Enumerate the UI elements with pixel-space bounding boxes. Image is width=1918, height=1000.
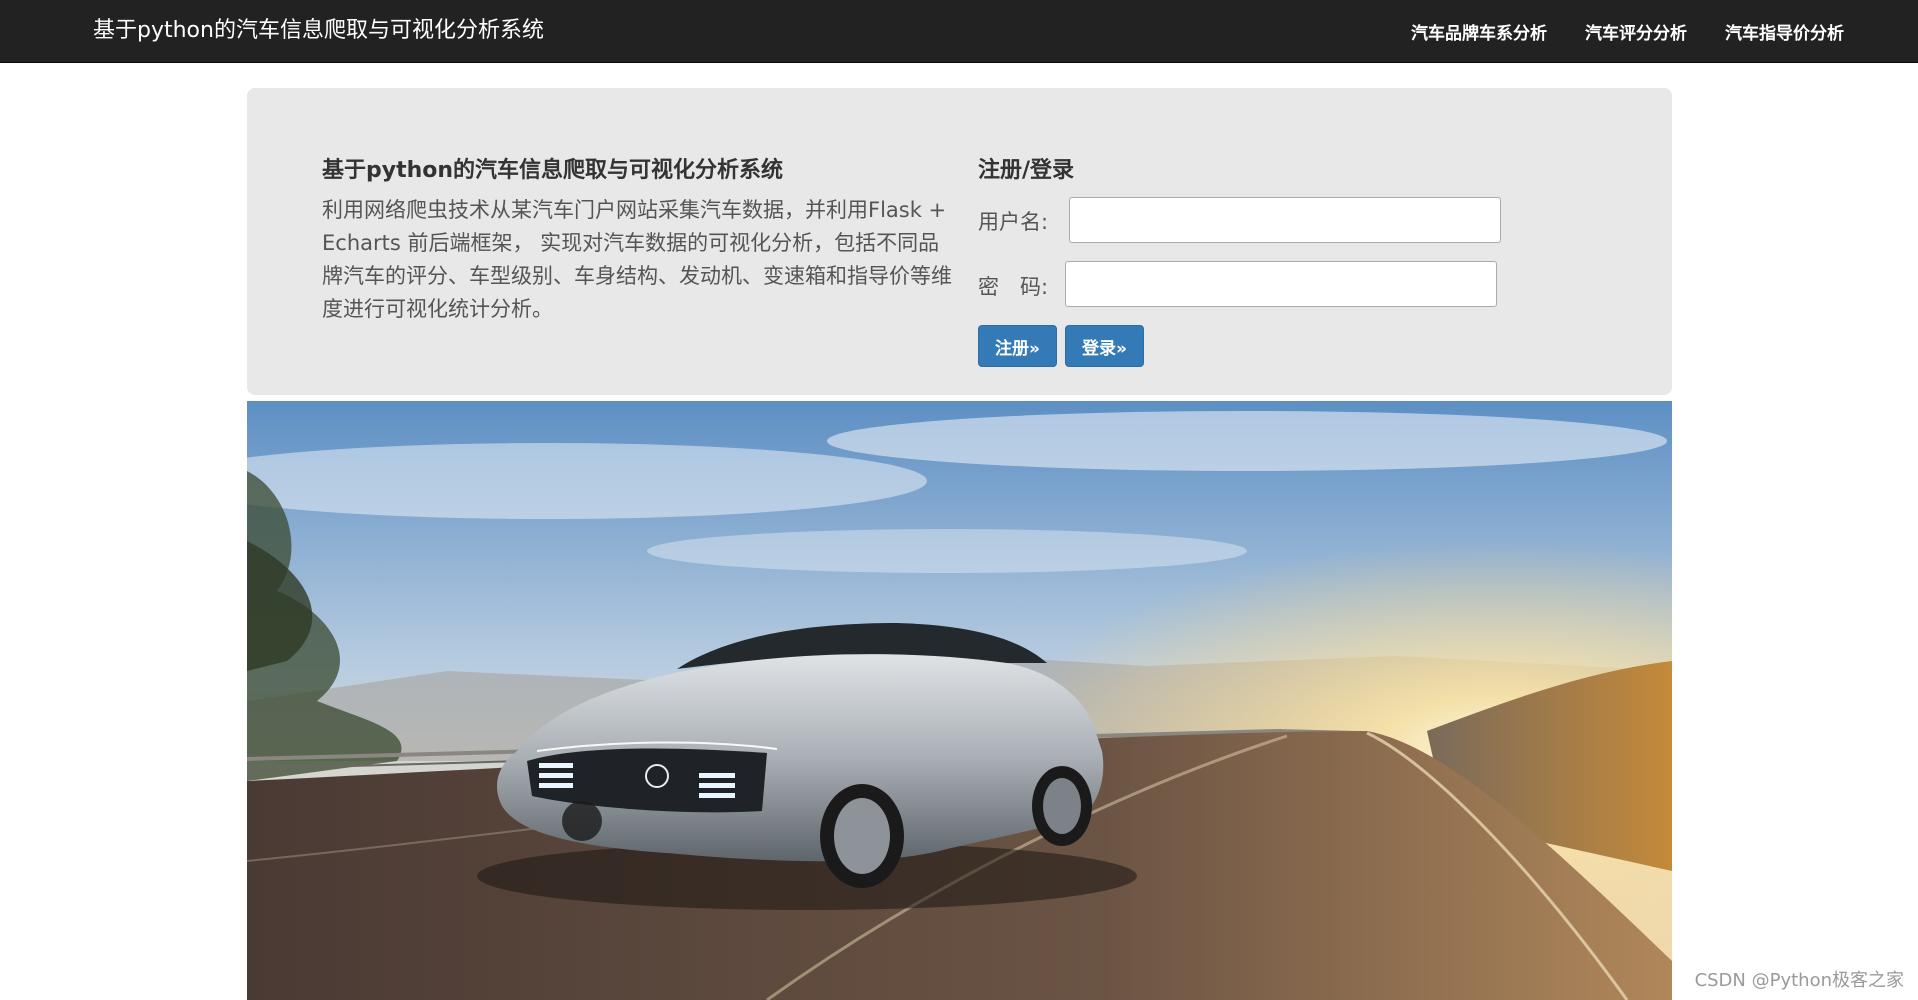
username-label: 用户名: (978, 210, 1049, 234)
password-label: 密 码: (978, 275, 1049, 299)
navbar-brand[interactable]: 基于python的汽车信息爬取与可视化分析系统 (93, 17, 544, 45)
top-navbar: 基于python的汽车信息爬取与可视化分析系统 汽车品牌车系分析 汽车评分分析 … (0, 0, 1918, 63)
watermark-text: CSDN @Python极客之家 (1694, 970, 1904, 991)
username-input[interactable] (1069, 197, 1501, 243)
username-row: 用户名: (978, 197, 1538, 243)
car-photo-icon (247, 401, 1672, 1000)
navbar-links: 汽车品牌车系分析 汽车评分分析 汽车指导价分析 (1411, 0, 1844, 63)
hero-image (247, 401, 1672, 1000)
login-button[interactable]: 登录» (1064, 325, 1144, 367)
intro-description: 利用网络爬虫技术从某汽车门户网站采集汽车数据，并利用Flask + Echart… (322, 198, 952, 321)
register-button[interactable]: 注册» (978, 325, 1057, 367)
intro-title: 基于python的汽车信息爬取与可视化分析系统 (322, 158, 784, 183)
auth-title: 注册/登录 (978, 158, 1075, 183)
auth-form: 注册/登录 用户名: 密 码: 注册» 登录» (978, 156, 1538, 367)
intro-section: 基于python的汽车信息爬取与可视化分析系统 利用网络爬虫技术从某汽车门户网站… (322, 156, 952, 326)
nav-link-price-analysis[interactable]: 汽车指导价分析 (1725, 19, 1844, 44)
jumbotron-panel: 基于python的汽车信息爬取与可视化分析系统 利用网络爬虫技术从某汽车门户网站… (247, 88, 1672, 395)
password-row: 密 码: (978, 261, 1538, 307)
nav-link-rating-analysis[interactable]: 汽车评分分析 (1585, 19, 1687, 44)
auth-buttons: 注册» 登录» (978, 325, 1538, 367)
password-input[interactable] (1065, 261, 1497, 307)
nav-link-brand-series-analysis[interactable]: 汽车品牌车系分析 (1411, 19, 1547, 44)
